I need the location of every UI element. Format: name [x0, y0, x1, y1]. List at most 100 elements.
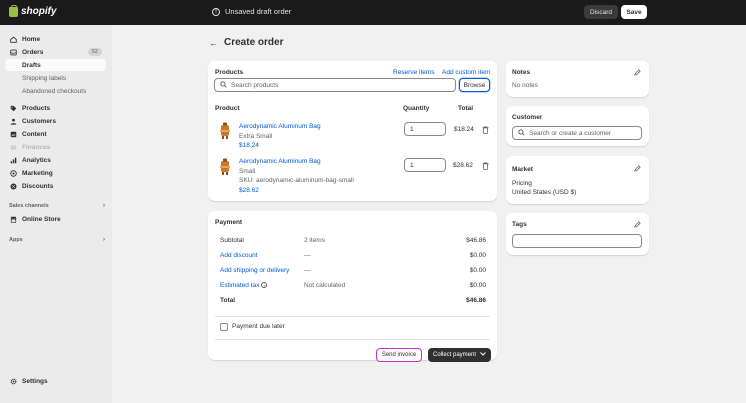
customer-search-placeholder: Search or create a customer: [529, 129, 612, 137]
shipping-placeholder: —: [304, 267, 311, 274]
apps-header[interactable]: Apps ›: [9, 237, 105, 243]
tags-card: Tags: [506, 213, 649, 255]
pencil-icon[interactable]: [634, 69, 641, 76]
tax-row: Estimated tax i Not calculated $0.00: [220, 282, 486, 292]
sidebar-item-home[interactable]: Home: [5, 33, 106, 45]
product-price[interactable]: $28.62: [239, 187, 259, 194]
product-thumbnail: [220, 158, 230, 175]
payment-card-title: Payment: [215, 219, 243, 226]
subtotal-label: Subtotal: [220, 237, 244, 244]
trash-icon[interactable]: [482, 126, 489, 134]
home-icon: [10, 35, 17, 43]
estimated-tax-link[interactable]: Estimated tax: [220, 282, 259, 289]
sidebar-item-label: Orders: [22, 48, 44, 56]
sidebar-item-analytics[interactable]: Analytics: [5, 154, 106, 166]
browse-button[interactable]: Browse: [459, 78, 490, 92]
sidebar-item-label: Customers: [22, 117, 56, 125]
search-icon: [518, 128, 525, 138]
orders-count-badge: 52: [87, 48, 102, 56]
tax-value: $0.00: [469, 282, 486, 289]
sidebar-item-label: Drafts: [22, 61, 41, 69]
sidebar-item-label: Finances: [22, 143, 51, 151]
notes-text: No notes: [512, 82, 539, 89]
customer-card: Customer Search or create a customer: [506, 106, 649, 146]
sidebar-item-label: Products: [22, 104, 51, 112]
sidebar-item-label: Content: [22, 130, 47, 138]
notes-card-title: Notes: [512, 69, 531, 76]
info-icon[interactable]: i: [261, 282, 268, 289]
discount-icon: [10, 182, 17, 190]
product-price[interactable]: $18.24: [239, 142, 259, 149]
discount-placeholder: —: [304, 252, 311, 259]
payment-card: Payment Subtotal 2 items $46.86 Add disc…: [208, 211, 497, 362]
chevron-down-icon: [480, 352, 486, 358]
alert-icon: !: [212, 7, 220, 16]
subtotal-items: 2 items: [304, 237, 325, 244]
sidebar-item-finances: Finances: [5, 141, 106, 153]
total-value: $46.86: [466, 297, 486, 304]
sidebar-item-label: Settings: [22, 377, 48, 385]
sidebar-item-marketing[interactable]: Marketing: [5, 167, 106, 179]
sales-channels-header[interactable]: Sales channels ›: [9, 203, 105, 209]
search-placeholder: Search products: [231, 81, 279, 89]
column-header-quantity: Quantity: [403, 105, 430, 112]
quantity-input[interactable]: 1: [404, 122, 446, 136]
sidebar-item-online-store[interactable]: Online Store: [5, 213, 106, 225]
sidebar-item-shipping-labels[interactable]: Shipping labels: [5, 72, 106, 84]
sidebar-item-orders[interactable]: Orders 52: [5, 46, 106, 58]
marketing-icon: [10, 169, 17, 177]
market-card: Market Pricing United States (USD $): [506, 156, 649, 204]
tax-status: Not calculated: [304, 282, 346, 289]
product-sku: SKU: aerodynamic-aluminum-bag-small: [239, 177, 354, 184]
sidebar-item-abandoned-checkouts[interactable]: Abandoned checkouts: [5, 85, 106, 97]
sidebar-item-products[interactable]: Products: [5, 102, 106, 114]
customer-search-input[interactable]: Search or create a customer: [512, 126, 642, 140]
product-name-link[interactable]: Aerodynamic Aluminum Bag: [239, 158, 321, 165]
products-card-title: Products: [215, 69, 244, 76]
quantity-input[interactable]: 1: [404, 158, 446, 172]
trash-icon[interactable]: [482, 162, 489, 170]
back-arrow-icon[interactable]: ←: [209, 38, 218, 48]
add-shipping-link[interactable]: Add shipping or delivery: [220, 267, 289, 274]
column-header-product: Product: [215, 105, 240, 112]
sidebar-item-drafts[interactable]: Drafts: [5, 59, 106, 71]
shopify-bag-icon: [9, 4, 18, 17]
send-invoice-button[interactable]: Send invoice: [376, 348, 422, 362]
payment-due-later-label: Payment due later: [232, 323, 285, 330]
pencil-icon[interactable]: [634, 165, 641, 172]
sidebar-item-settings[interactable]: Settings: [5, 375, 106, 387]
reserve-items-link[interactable]: Reserve items: [393, 69, 435, 76]
products-card: Products Reserve items Add custom item S…: [208, 61, 497, 201]
save-button[interactable]: Save: [621, 5, 647, 19]
tags-input[interactable]: [512, 234, 642, 248]
chevron-right-icon: ›: [103, 237, 105, 243]
tag-icon: [10, 105, 17, 112]
pencil-icon[interactable]: [634, 221, 641, 228]
add-discount-link[interactable]: Add discount: [220, 252, 258, 259]
subtotal-row: Subtotal 2 items $46.86: [220, 237, 486, 247]
search-products-input[interactable]: Search products: [214, 78, 456, 92]
customer-card-title: Customer: [512, 114, 543, 121]
pricing-value: United States (USD $): [512, 189, 577, 196]
collect-payment-button[interactable]: Collect payment: [428, 348, 491, 362]
discard-button[interactable]: Discard: [584, 5, 618, 19]
draft-status: ! Unsaved draft order: [212, 7, 291, 16]
sidebar-item-label: Online Store: [22, 215, 61, 223]
shopify-logo[interactable]: shopify: [9, 4, 57, 17]
payment-due-later-checkbox[interactable]: [220, 323, 228, 331]
discount-row: Add discount — $0.00: [220, 252, 486, 262]
product-name-link[interactable]: Aerodynamic Aluminum Bag: [239, 123, 321, 130]
total-label: Total: [220, 297, 236, 304]
sidebar-item-discounts[interactable]: Discounts: [5, 180, 106, 192]
notes-card: Notes No notes: [506, 61, 649, 97]
product-thumbnail: [220, 122, 230, 139]
store-icon: [10, 216, 17, 223]
sidebar-item-customers[interactable]: Customers: [5, 115, 106, 127]
apps-label: Apps: [9, 237, 23, 243]
collect-payment-label: Collect payment: [432, 352, 477, 358]
add-custom-item-link[interactable]: Add custom item: [442, 69, 490, 76]
sidebar-item-label: Abandoned checkouts: [22, 87, 87, 95]
sidebar-item-label: Analytics: [22, 156, 51, 164]
content-icon: [10, 131, 17, 138]
sidebar-item-content[interactable]: Content: [5, 128, 106, 140]
